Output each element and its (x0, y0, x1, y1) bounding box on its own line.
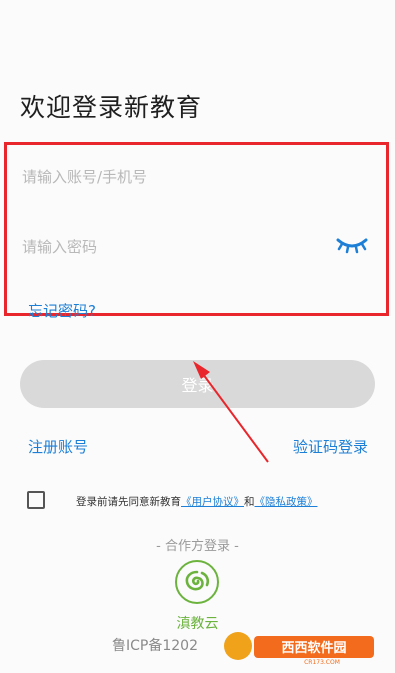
dianjiaoyun-icon[interactable] (175, 560, 219, 604)
privacy-policy-link[interactable]: 《隐私政策》 (255, 496, 318, 508)
agreement-checkbox[interactable] (27, 491, 45, 509)
icp-record: 鲁ICP备1202 (112, 638, 198, 654)
svg-text:西西软件园: 西西软件园 (281, 640, 346, 656)
password-input[interactable]: 请输入密码 (22, 236, 362, 257)
forgot-password-link[interactable]: 忘记密码? (28, 300, 96, 321)
code-login-link[interactable]: 验证码登录 (293, 436, 368, 457)
agreement-text: 登录前请先同意新教育《用户协议》和《隐私政策》 (76, 494, 318, 509)
swirl-icon (185, 570, 210, 591)
eye-closed-icon[interactable] (336, 236, 368, 254)
agreement-prefix: 登录前请先同意新教育 (76, 496, 181, 508)
agreement-and: 和 (244, 496, 255, 508)
register-link[interactable]: 注册账号 (28, 436, 88, 457)
partner-login-title: - 合作方登录 - (156, 539, 239, 554)
login-button[interactable]: 登录 (20, 360, 375, 408)
account-input[interactable]: 请输入账号/手机号 (22, 166, 362, 187)
page-title: 欢迎登录新教育 (20, 93, 203, 122)
watermark-logo: 西西软件园 CR173.COM (224, 632, 374, 666)
svg-text:CR173.COM: CR173.COM (304, 659, 340, 666)
user-agreement-link[interactable]: 《用户协议》 (181, 496, 244, 508)
